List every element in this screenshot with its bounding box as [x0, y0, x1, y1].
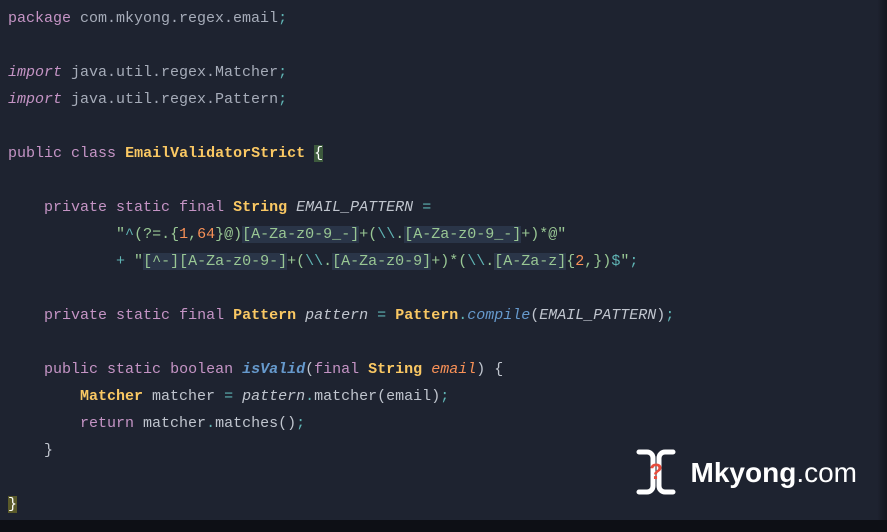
method-isvalid: isValid: [242, 361, 305, 378]
code-editor-content: package com.mkyong.regex.email; import j…: [0, 5, 887, 518]
brace-open-highlight: {: [314, 145, 323, 162]
keyword-package: package: [8, 10, 71, 27]
field-pattern: pattern: [305, 307, 368, 324]
package-name: com.mkyong.regex.email: [80, 10, 278, 27]
class-name: EmailValidatorStrict: [125, 145, 305, 162]
keyword-import: import: [8, 91, 62, 108]
keyword-class: class: [71, 145, 116, 162]
brace-close-highlight: }: [8, 496, 17, 513]
svg-text:?: ?: [649, 459, 662, 484]
mkyong-logo-icon: ?: [631, 447, 681, 497]
const-email-pattern: EMAIL_PATTERN: [296, 199, 413, 216]
watermark: ? Mkyong.com: [631, 447, 857, 497]
keyword-import: import: [8, 64, 62, 81]
keyword-public: public: [8, 145, 62, 162]
shadow-decoration: [0, 520, 887, 532]
import-path-2: java.util.regex.Pattern: [71, 91, 278, 108]
watermark-text: Mkyong.com: [691, 459, 857, 486]
import-path-1: java.util.regex.Matcher: [71, 64, 278, 81]
